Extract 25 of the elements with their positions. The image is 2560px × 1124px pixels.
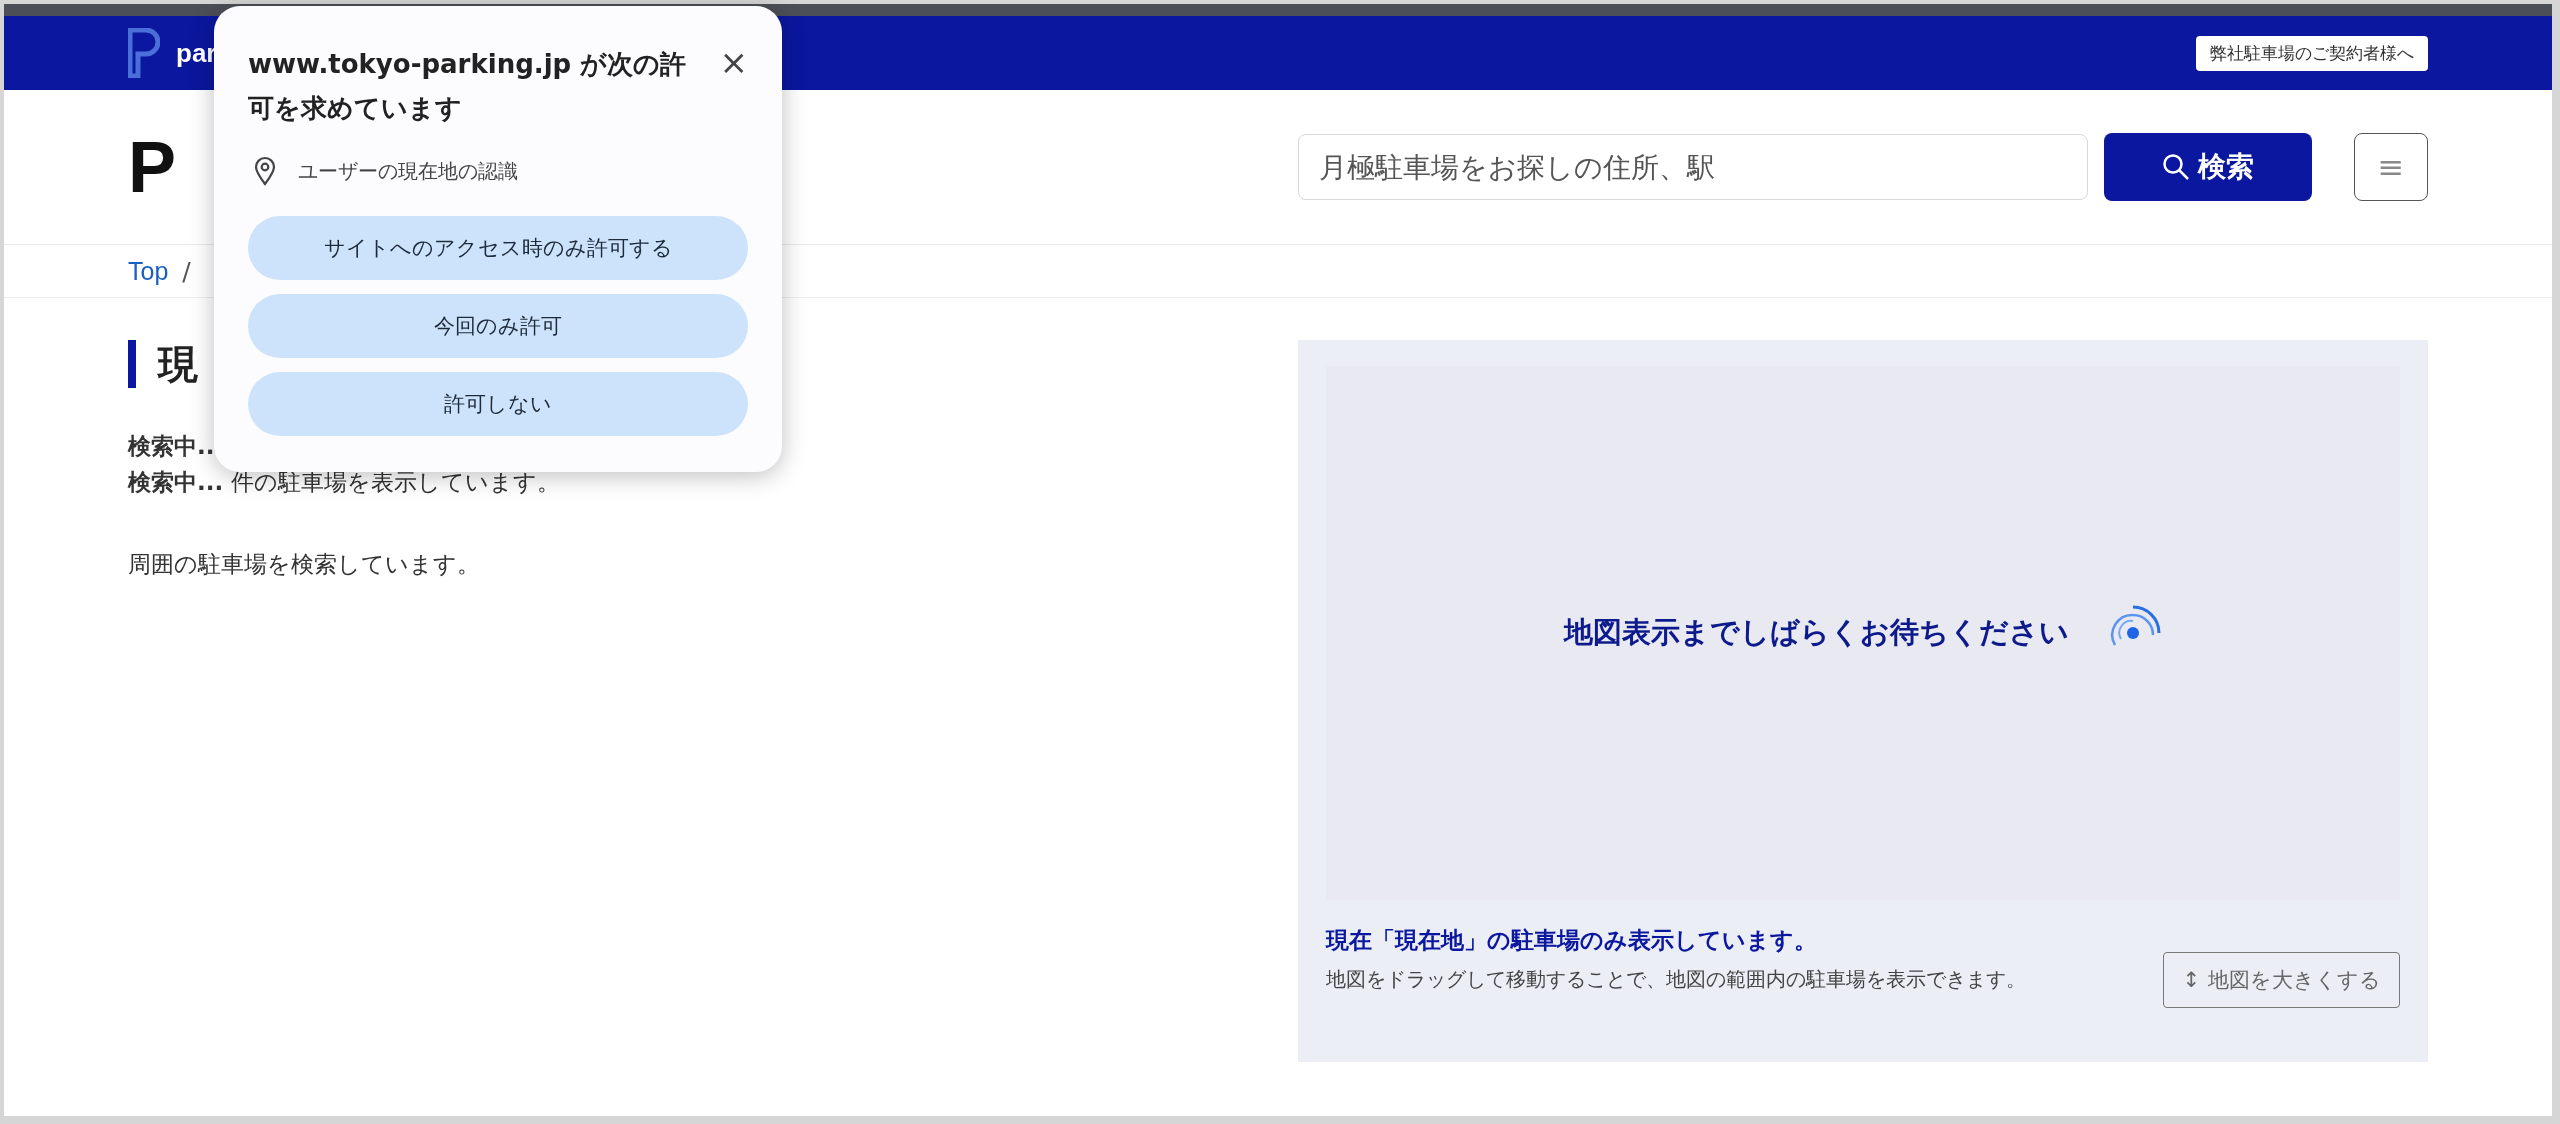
permission-button[interactable]: 今回のみ許可 xyxy=(248,294,748,358)
breadcrumb-link[interactable]: Top xyxy=(128,256,169,286)
search-field[interactable]: 月極駐車場をお探しの住所、駅 xyxy=(1298,134,2088,200)
result-text: 周囲の駐車場を検索しています。 xyxy=(128,550,481,579)
permission-label: ユーザーの現在地の認識 xyxy=(298,157,518,185)
site-logo: P xyxy=(128,126,179,208)
result-text: 検索中.. xyxy=(128,432,216,461)
map-description: 地図をドラッグして移動することで、地図の範囲内の駐車場を表示できます。 xyxy=(1326,966,2026,993)
loading-text: 地図表示までしばらくお待ちください xyxy=(1563,614,2069,651)
popup-title: www.tokyo-parking.jp が次の許可を求めています xyxy=(248,48,688,125)
search-button[interactable]: 検索 xyxy=(2104,133,2312,201)
result-text: 検索中... 件の駐車場を表示しています。 xyxy=(128,468,561,497)
menu-button[interactable]: ≡ xyxy=(2354,133,2428,201)
close-button[interactable]: × xyxy=(719,42,748,82)
location-pin-icon xyxy=(254,156,276,186)
permission-button[interactable]: 許可しない xyxy=(248,372,748,436)
map-notice: 現在「現在地」の駐車場のみ表示しています。 xyxy=(1326,926,1818,955)
resize-icon: ↕ xyxy=(2182,968,2200,992)
search-icon xyxy=(2162,153,2190,181)
permission-button[interactable]: サイトへのアクセス時のみ許可する xyxy=(248,216,748,280)
logo-icon xyxy=(128,28,160,78)
logo-text: par xyxy=(176,37,217,69)
breadcrumb-separator: / xyxy=(182,256,191,286)
contract-link[interactable]: 弊社駐車場のご契約者様へ xyxy=(2196,35,2428,71)
enlarge-map-button[interactable]: ↕ 地図を大きくする xyxy=(2163,952,2400,1008)
